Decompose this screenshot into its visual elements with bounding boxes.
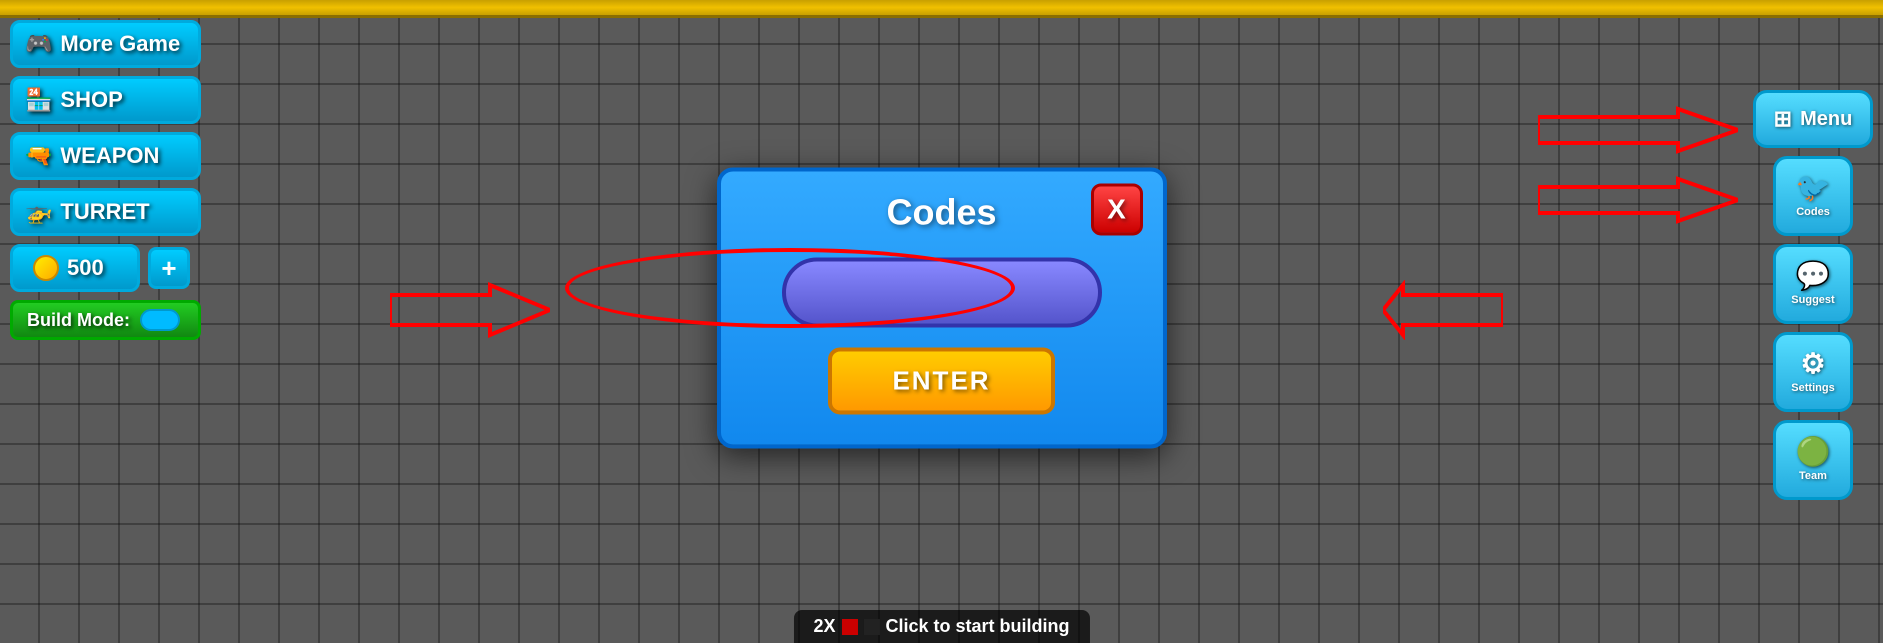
modal-header: Codes X [751,191,1133,233]
status-text: Click to start building [886,616,1070,637]
team-label: Team [1799,470,1827,482]
settings-button[interactable]: ⚙ Settings [1773,332,1853,412]
coin-amount: 500 [67,255,104,281]
enter-label: ENTER [892,365,990,395]
suggest-icon: 💬 [1796,262,1831,290]
road-stripe [0,0,1883,18]
more-game-icon: 🎮 [25,31,52,57]
shop-icon: 🏪 [25,87,52,113]
suggest-button[interactable]: 💬 Suggest [1773,244,1853,324]
build-mode-toggle[interactable] [140,309,180,331]
codes-modal: Codes X ENTER [717,167,1167,448]
right-arrow-annotation [1383,280,1503,340]
shop-label: SHOP [60,87,122,113]
code-input[interactable] [806,280,1078,303]
settings-icon: ⚙ [1800,350,1825,378]
status-red-square [842,619,858,635]
build-mode-row: Build Mode: [10,300,201,340]
left-sidebar: 🎮 More Game 🏪 SHOP 🔫 WEAPON 🚁 TURRET 500… [10,20,201,340]
twitter-icon: 🐦 [1796,174,1831,202]
right-sidebar: ⊞ Menu 🐦 Codes 💬 Suggest ⚙ Settings 🟢 Te… [1753,90,1873,500]
team-button[interactable]: 🟢 Team [1773,420,1853,500]
turret-label: TURRET [60,199,149,225]
weapon-icon: 🔫 [25,143,52,169]
weapon-button[interactable]: 🔫 WEAPON [10,132,201,180]
suggest-label: Suggest [1791,294,1834,306]
settings-label: Settings [1791,382,1834,394]
codes-btn-label: Codes [1796,206,1830,218]
menu-arrow-annotation [1538,105,1738,155]
status-bar: 2X Click to start building [793,610,1089,643]
team-icon: 🟢 [1796,438,1831,466]
modal-title: Codes [886,191,996,233]
status-black-square [864,619,880,635]
close-icon: X [1107,193,1126,225]
add-coins-button[interactable]: + [148,247,190,289]
menu-button[interactable]: ⊞ Menu [1753,90,1873,148]
code-input-oval [782,257,1102,327]
more-game-label: More Game [60,31,180,57]
menu-grid-icon: ⊞ [1774,106,1792,132]
turret-button[interactable]: 🚁 TURRET [10,188,201,236]
codes-button[interactable]: 🐦 Codes [1773,156,1853,236]
turret-icon: 🚁 [25,199,52,225]
code-input-wrapper [751,257,1133,327]
more-game-button[interactable]: 🎮 More Game [10,20,201,68]
coin-row: 500 + [10,244,201,292]
close-modal-button[interactable]: X [1091,183,1143,235]
build-mode-label: Build Mode: [27,310,130,331]
plus-icon: + [161,253,176,284]
codes-arrow-annotation [1538,175,1738,225]
menu-label: Menu [1800,108,1852,131]
weapon-label: WEAPON [60,143,159,169]
left-arrow-annotation [390,280,550,340]
status-2x: 2X [813,616,835,637]
shop-button[interactable]: 🏪 SHOP [10,76,201,124]
enter-button[interactable]: ENTER [828,347,1054,414]
coin-icon [33,255,59,281]
coin-display: 500 [10,244,140,292]
